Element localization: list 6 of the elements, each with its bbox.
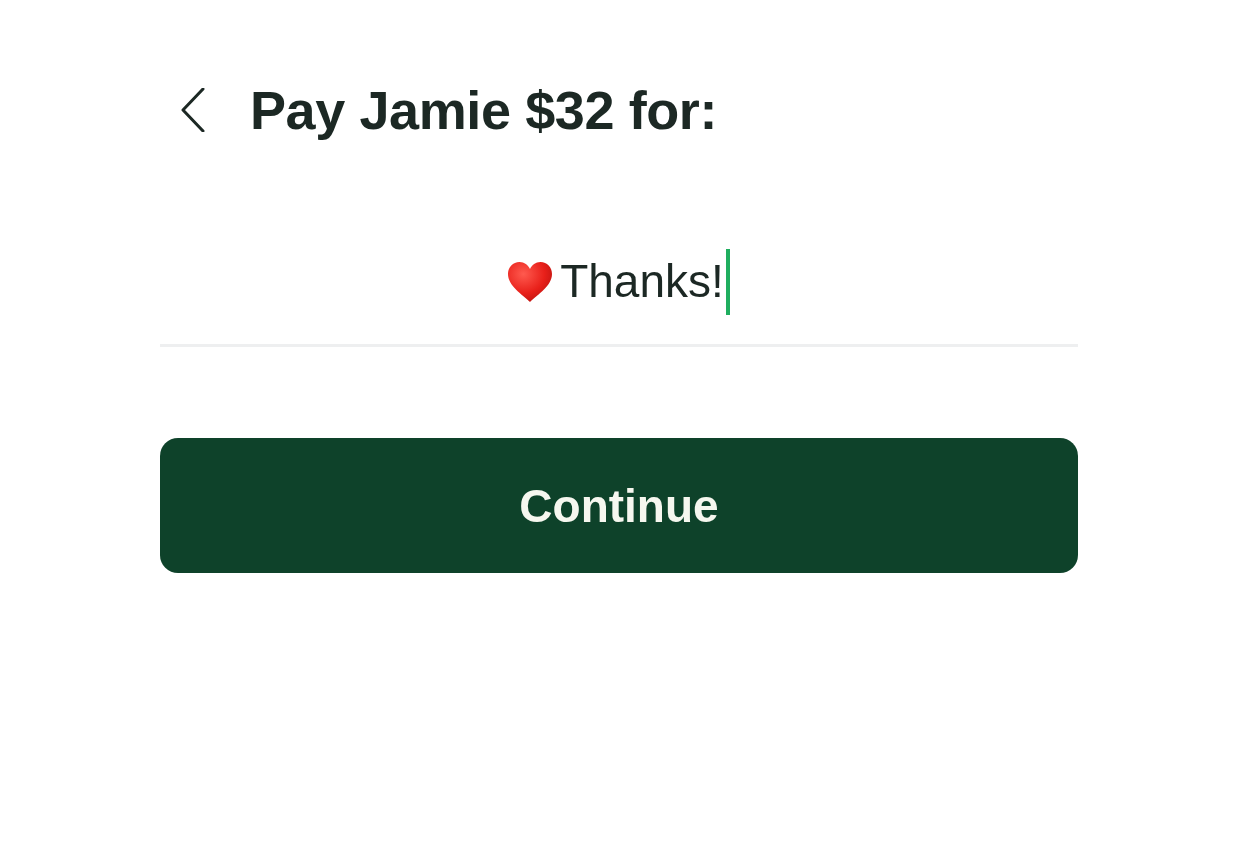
- message-field[interactable]: Thanks!: [160, 236, 1078, 347]
- chevron-left-icon: [181, 88, 205, 132]
- page-title: Pay Jamie $32 for:: [250, 78, 718, 142]
- continue-button[interactable]: Continue: [160, 438, 1078, 573]
- back-button[interactable]: [180, 87, 206, 133]
- heart-icon: [508, 262, 553, 302]
